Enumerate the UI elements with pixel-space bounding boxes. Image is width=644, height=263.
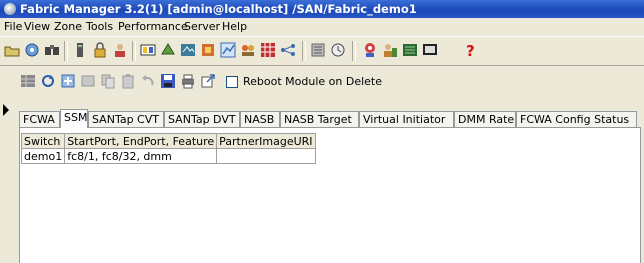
tab-content-panel: Switch StartPort, EndPort, Feature Partn… (19, 127, 641, 263)
menu-view[interactable]: View (24, 18, 50, 35)
screen-icon[interactable] (422, 42, 438, 58)
users-icon[interactable] (112, 42, 128, 58)
security-icon[interactable] (362, 42, 378, 58)
toolbar-separator (352, 41, 356, 61)
column-header-switch[interactable]: Switch (20, 133, 66, 149)
alarm-icon[interactable] (330, 42, 346, 58)
toolbar-separator (302, 41, 306, 61)
help-icon[interactable]: ? (462, 42, 478, 58)
table-row[interactable]: demo1 fc8/1, fc8/32, dmm (20, 148, 316, 164)
monitor-icon[interactable] (402, 42, 418, 58)
fabric-icon[interactable] (160, 42, 176, 58)
tab-santap-dvt[interactable]: SANTap DVT (164, 111, 240, 127)
reboot-module-checkbox[interactable]: Reboot Module on Delete (226, 75, 382, 88)
column-header-partner-image-uri[interactable]: PartnerImageURI (216, 133, 316, 149)
menu-tools[interactable]: Tools (86, 18, 113, 35)
title-bar: Fabric Manager 3.2(1) [admin@localhost] … (0, 0, 644, 18)
topology-icon[interactable] (280, 42, 296, 58)
cell-partner-image-uri[interactable] (216, 148, 316, 164)
toolbar-separator (64, 41, 68, 61)
log-icon[interactable] (310, 42, 326, 58)
flow-icon[interactable] (200, 42, 216, 58)
vsan-icon[interactable] (240, 42, 256, 58)
table-icon[interactable] (20, 73, 36, 89)
arrow-right-icon (3, 104, 9, 116)
copy-icon[interactable] (100, 73, 116, 89)
print-icon[interactable] (180, 73, 196, 89)
table-header-row: Switch StartPort, EndPort, Feature Partn… (20, 133, 316, 149)
create-row-icon[interactable] (60, 73, 76, 89)
menu-performance[interactable]: Performance (118, 18, 188, 35)
tab-fcwa-config-status[interactable]: FCWA Config Status (516, 111, 637, 127)
chart-icon[interactable] (220, 42, 236, 58)
save-icon[interactable] (160, 73, 176, 89)
cell-switch[interactable]: demo1 (20, 148, 66, 164)
paste-icon[interactable] (120, 73, 136, 89)
find-icon[interactable] (44, 42, 60, 58)
undo-icon[interactable] (140, 73, 156, 89)
export-icon[interactable] (200, 73, 216, 89)
layout-icon[interactable] (260, 42, 276, 58)
collapse-handle[interactable] (0, 97, 12, 263)
tab-santap-cvt[interactable]: SANTap CVT (88, 111, 164, 127)
switch-icon[interactable] (72, 42, 88, 58)
menu-zone[interactable]: Zone (54, 18, 82, 35)
module-toolbar: Reboot Module on Delete (0, 66, 644, 96)
discover-icon[interactable] (24, 42, 40, 58)
ssm-table: Switch StartPort, EndPort, Feature Partn… (20, 133, 316, 164)
app-icon (4, 3, 16, 15)
menu-bar: File View Zone Tools Performance Server … (0, 18, 644, 35)
tab-nasb-target[interactable]: NASB Target (280, 111, 359, 127)
checkbox-box[interactable] (226, 76, 238, 88)
tab-dmm-rate[interactable]: DMM Rate (454, 111, 516, 127)
refresh-icon[interactable] (40, 73, 56, 89)
toolbar-separator (132, 41, 136, 61)
delete-row-icon[interactable] (80, 73, 96, 89)
report-icon[interactable] (382, 42, 398, 58)
reboot-label: Reboot Module on Delete (243, 75, 383, 88)
tab-nasb[interactable]: NASB (240, 111, 280, 127)
menu-help[interactable]: Help (222, 18, 247, 35)
tab-ssm[interactable]: SSM (60, 109, 88, 128)
tab-bar: FCWA SSM SANTap CVT SANTap DVT NASB NASB… (19, 109, 644, 128)
column-header-ports-feature[interactable]: StartPort, EndPort, Feature (64, 133, 218, 149)
main-toolbar: ? (0, 36, 644, 66)
tab-virtual-initiator[interactable]: Virtual Initiator (359, 111, 454, 127)
window-title: Fabric Manager 3.2(1) [admin@localhost] … (20, 2, 417, 16)
menu-server[interactable]: Server (184, 18, 220, 35)
svg-text:?: ? (466, 42, 475, 58)
open-icon[interactable] (4, 42, 20, 58)
lock-icon[interactable] (92, 42, 108, 58)
menu-file[interactable]: File (4, 18, 22, 35)
tab-fcwa[interactable]: FCWA (19, 111, 60, 127)
device-manager-icon[interactable] (180, 42, 196, 58)
cell-ports-feature[interactable]: fc8/1, fc8/32, dmm (64, 148, 218, 164)
zone-icon[interactable] (140, 42, 156, 58)
